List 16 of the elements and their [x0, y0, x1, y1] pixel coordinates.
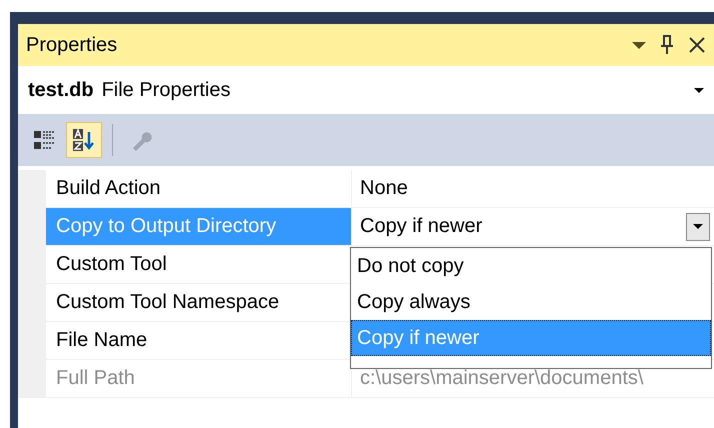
sort-alphabetical-icon: [72, 128, 96, 152]
pin-icon[interactable]: [660, 35, 674, 55]
caret-icon: [693, 224, 703, 229]
property-name[interactable]: Build Action: [46, 170, 352, 207]
property-name[interactable]: Custom Tool Namespace: [46, 284, 352, 321]
panel-title: Properties: [26, 34, 118, 56]
categorized-list-icon: [33, 129, 55, 151]
dropdown-button[interactable]: [686, 212, 710, 240]
caret-icon: [694, 88, 704, 92]
toolbar-button[interactable]: [66, 122, 102, 158]
property-name[interactable]: File Name: [46, 322, 352, 359]
object-selector[interactable]: test.db File Properties: [18, 66, 714, 114]
close-icon[interactable]: [688, 36, 706, 54]
property-name[interactable]: Custom Tool: [46, 246, 352, 283]
dropdown-icon: [632, 42, 646, 48]
property-value: None: [352, 170, 714, 207]
